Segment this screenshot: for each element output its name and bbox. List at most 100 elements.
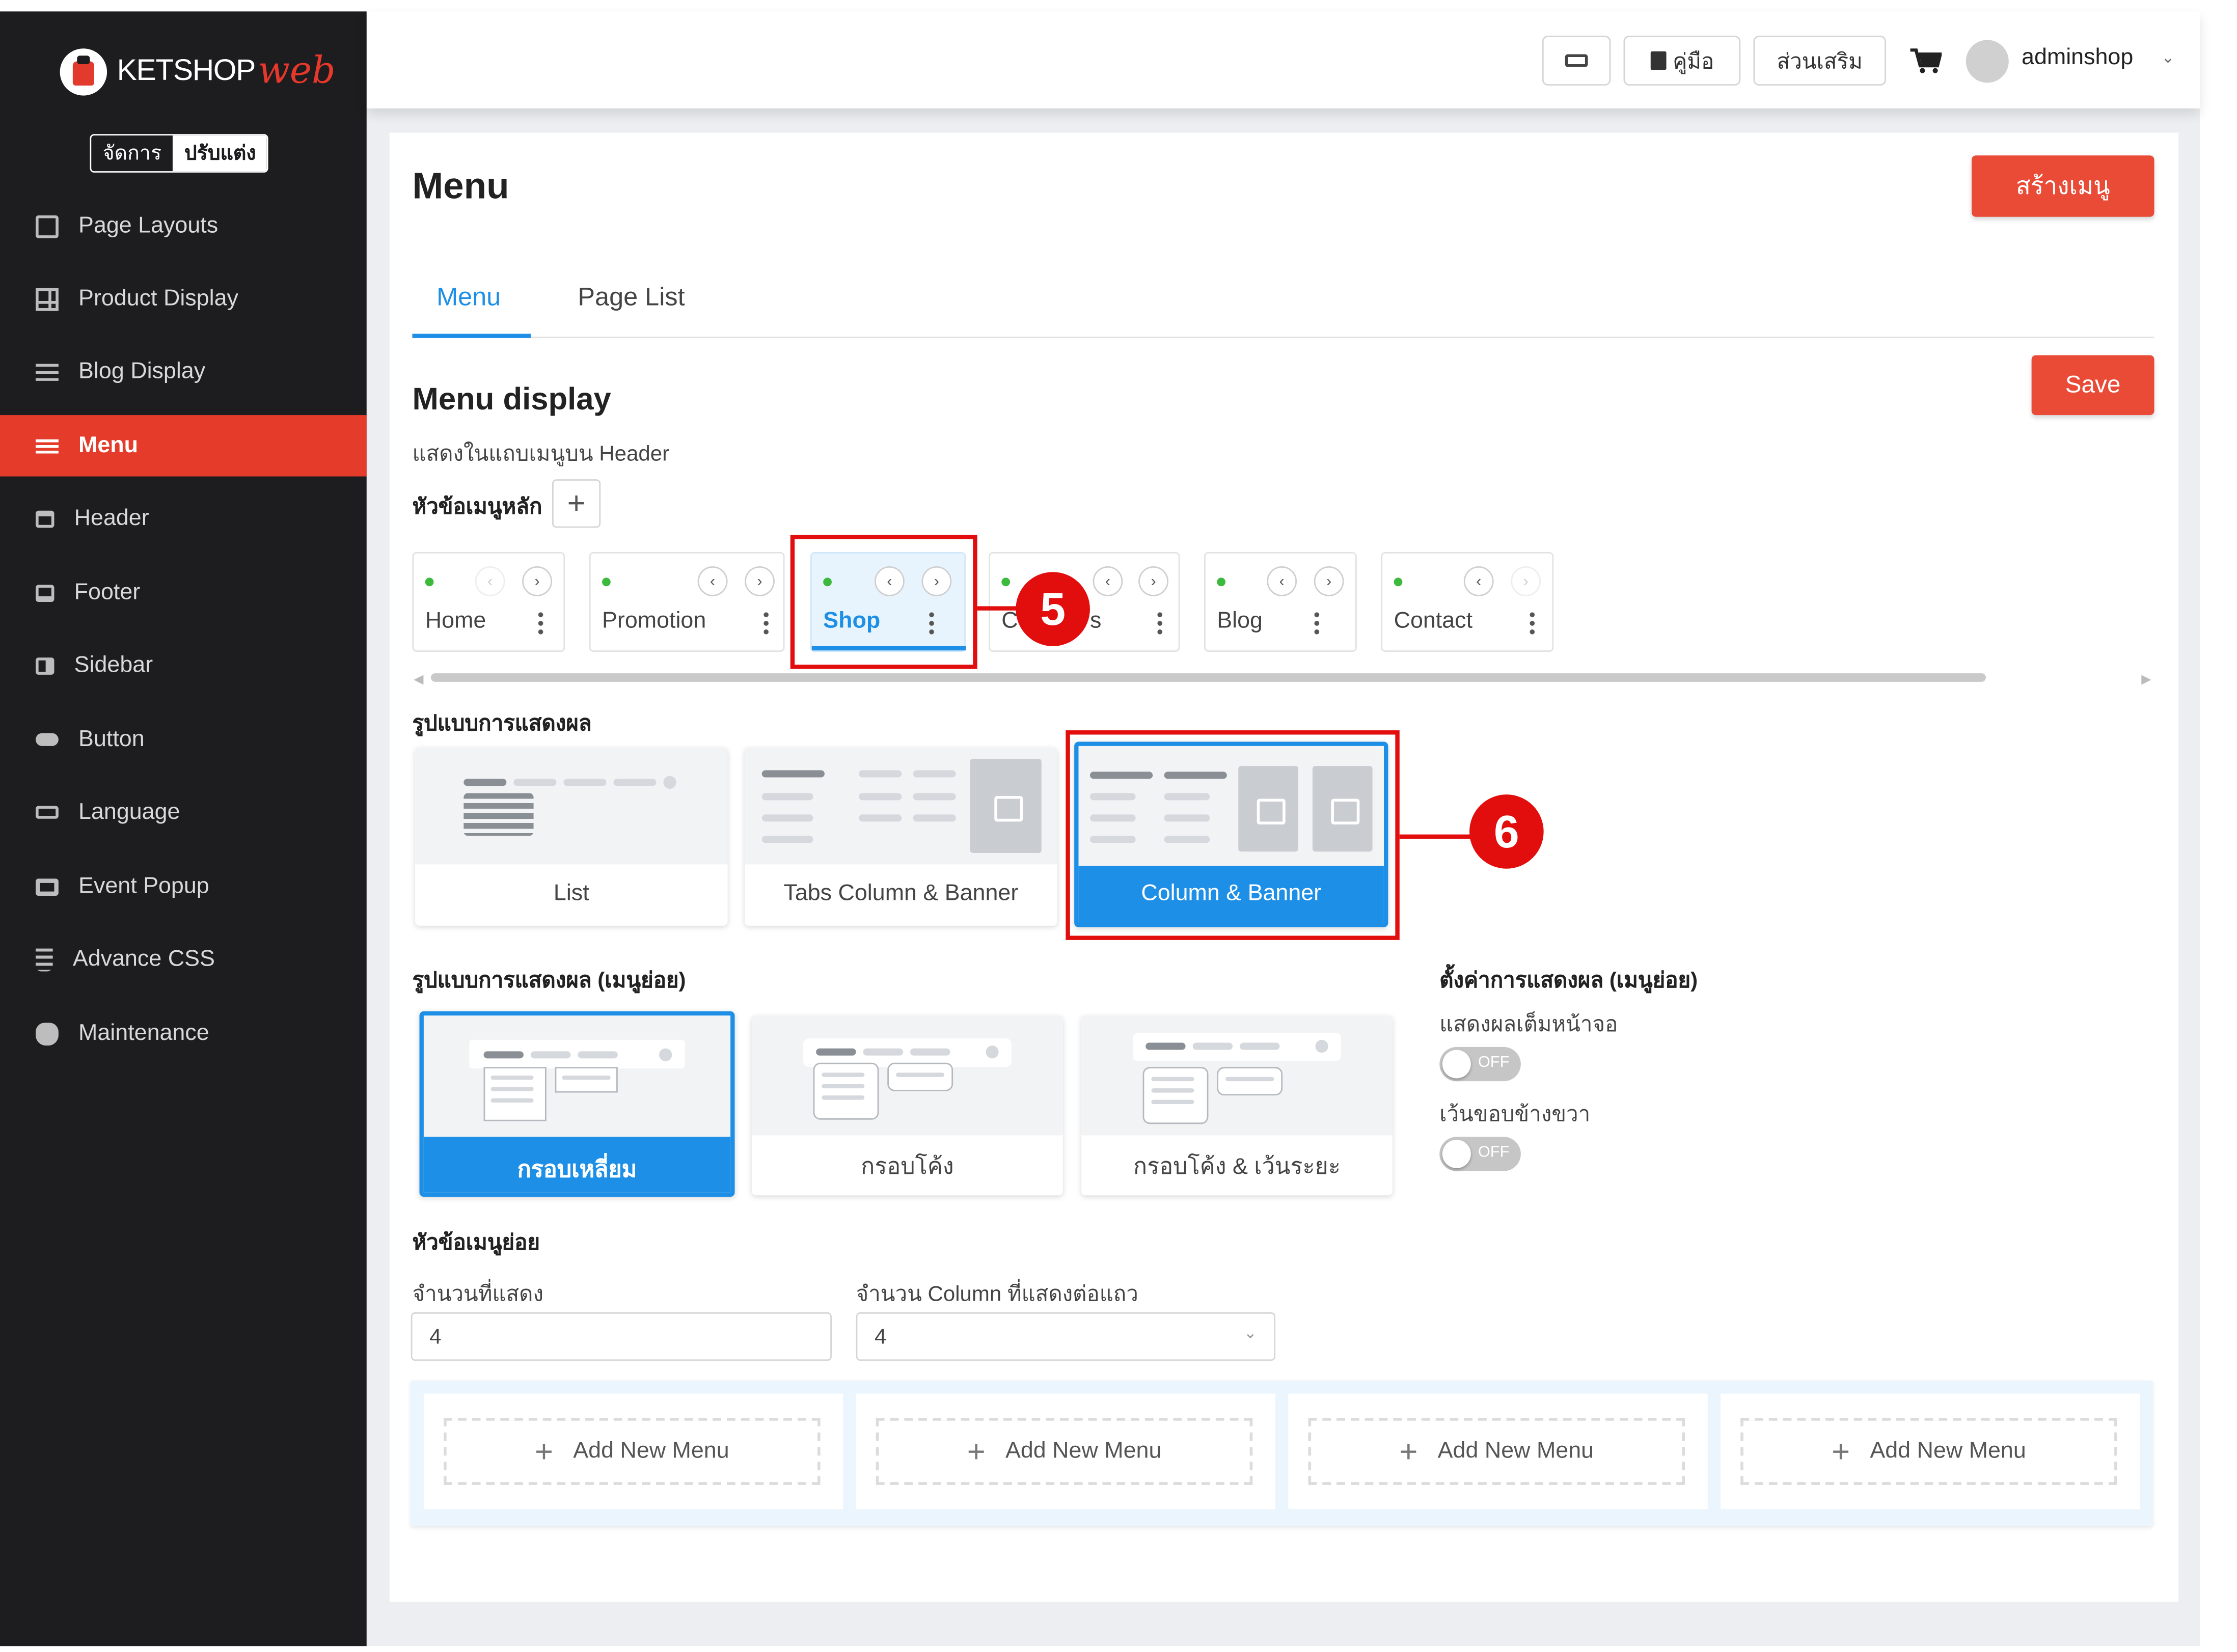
logo-script: web bbox=[258, 50, 336, 93]
horizontal-scrollbar[interactable] bbox=[430, 673, 1986, 682]
layout-label: กรอบเหลี่ยม bbox=[517, 1158, 637, 1183]
layout-label: กรอบโค้ง & เว้นระยะ bbox=[1133, 1155, 1341, 1180]
page-layouts-icon bbox=[36, 214, 59, 238]
mode-toggle[interactable]: จัดการ ปรับแต่ง bbox=[90, 134, 269, 173]
chevron-left-icon[interactable]: ‹ bbox=[475, 566, 505, 596]
sidebar-item-label: Event Popup bbox=[78, 873, 209, 898]
sidebar-item-event-popup[interactable]: Event Popup bbox=[0, 856, 367, 917]
right-margin-toggle[interactable]: OFF bbox=[1439, 1137, 1521, 1171]
layout-label: List bbox=[553, 882, 589, 906]
sidebar-item-header[interactable]: Header bbox=[0, 488, 367, 549]
language-switch-button[interactable] bbox=[1542, 36, 1611, 86]
chevron-left-icon[interactable]: ‹ bbox=[1463, 566, 1494, 596]
toggle-state: OFF bbox=[1478, 1054, 1510, 1071]
menu-item-promotion[interactable]: ‹ › Promotion bbox=[589, 552, 785, 652]
addons-button[interactable]: ส่วนเสริม bbox=[1753, 36, 1886, 86]
count-input[interactable]: 4 bbox=[411, 1312, 832, 1361]
add-new-menu-button[interactable]: + Add New Menu bbox=[876, 1418, 1253, 1485]
avatar[interactable] bbox=[1966, 40, 2009, 83]
add-new-menu-button[interactable]: + Add New Menu bbox=[1740, 1418, 2117, 1485]
product-display-icon bbox=[36, 287, 59, 311]
sidebar: KETSHOP web จัดการ ปรับแต่ง Page Layouts… bbox=[0, 11, 367, 1646]
maintenance-icon bbox=[36, 1022, 59, 1045]
sidebar-item-blog-display[interactable]: Blog Display bbox=[0, 341, 367, 402]
sidebar-item-language[interactable]: Language bbox=[0, 782, 367, 843]
kebab-menu-icon[interactable] bbox=[1157, 610, 1163, 637]
ketshop-logo[interactable]: KETSHOP web bbox=[60, 46, 336, 97]
full-screen-toggle[interactable]: OFF bbox=[1439, 1047, 1521, 1082]
add-new-menu-label: Add New Menu bbox=[1870, 1438, 2026, 1463]
submenu-style-label: รูปแบบการแสดงผล (เมนูย่อย) bbox=[412, 968, 686, 993]
plus-icon: + bbox=[1399, 1433, 1418, 1469]
add-new-menu-button[interactable]: + Add New Menu bbox=[1308, 1418, 1685, 1485]
chevron-left-icon[interactable]: ‹ bbox=[1093, 566, 1123, 596]
chevron-right-icon[interactable]: › bbox=[745, 566, 775, 596]
tab-menu[interactable]: Menu bbox=[437, 283, 501, 313]
chevron-left-icon[interactable]: ‹ bbox=[1267, 566, 1297, 596]
tab-active-indicator bbox=[412, 334, 531, 338]
toggle-knob bbox=[1442, 1050, 1471, 1079]
sidebar-item-product-display[interactable]: Product Display bbox=[0, 268, 367, 329]
logo-text: KETSHOP bbox=[117, 54, 256, 87]
chevron-right-icon[interactable]: › bbox=[1511, 566, 1541, 596]
kebab-menu-icon[interactable] bbox=[763, 610, 769, 637]
full-screen-label: แสดงผลเต็มหน้าจอ bbox=[1439, 1012, 1618, 1037]
chevron-right-icon[interactable]: › bbox=[1138, 566, 1169, 596]
status-dot bbox=[425, 577, 434, 587]
cart-icon[interactable] bbox=[1910, 48, 1942, 74]
sidebar-item-label: Sidebar bbox=[74, 652, 153, 677]
create-menu-button[interactable]: สร้างเมนู bbox=[1971, 155, 2154, 217]
event-popup-icon bbox=[36, 878, 59, 895]
sidebar-item-button[interactable]: Button bbox=[0, 709, 367, 770]
sidebar-item-menu[interactable]: Menu bbox=[0, 415, 367, 477]
submenu-option-square[interactable]: กรอบเหลี่ยม bbox=[419, 1011, 735, 1197]
sidebar-item-sidebar[interactable]: Sidebar bbox=[0, 635, 367, 696]
button-icon bbox=[36, 733, 59, 746]
sidebar-item-label: Maintenance bbox=[78, 1021, 209, 1045]
annotation-connector-step6 bbox=[1399, 834, 1471, 839]
chevron-right-icon[interactable]: › bbox=[1314, 566, 1344, 596]
sidebar-item-label: Footer bbox=[74, 580, 141, 604]
scroll-right-icon[interactable]: ▶ bbox=[2141, 672, 2151, 687]
list-icon bbox=[463, 793, 534, 836]
chevron-down-icon[interactable]: ⌄ bbox=[2162, 48, 2175, 67]
sidebar-item-advance-css[interactable]: Advance CSS bbox=[0, 928, 367, 989]
tab-page-list[interactable]: Page List bbox=[578, 283, 685, 313]
manual-button[interactable]: คู่มือ bbox=[1623, 36, 1741, 86]
sidebar-item-footer[interactable]: Footer bbox=[0, 562, 367, 623]
menu-item-home[interactable]: ‹ › Home bbox=[412, 552, 565, 652]
submenu-column-2: + Add New Menu bbox=[856, 1393, 1276, 1509]
scroll-left-icon[interactable]: ◀ bbox=[414, 672, 423, 687]
annotation-connector-step5 bbox=[977, 606, 1018, 611]
layout-preview bbox=[423, 1015, 731, 1137]
menu-item-contact[interactable]: ‹ › Contact bbox=[1381, 552, 1554, 652]
kebab-menu-icon[interactable] bbox=[1529, 610, 1535, 637]
sidebar-item-maintenance[interactable]: Maintenance bbox=[0, 1003, 367, 1064]
add-new-menu-button[interactable]: + Add New Menu bbox=[444, 1418, 821, 1485]
sidebar-item-page-layouts[interactable]: Page Layouts bbox=[0, 196, 367, 257]
username[interactable]: adminshop bbox=[2022, 46, 2133, 71]
chevron-right-icon[interactable]: › bbox=[522, 566, 552, 596]
add-new-menu-label: Add New Menu bbox=[1005, 1438, 1162, 1463]
columns-select[interactable]: 4 ⌄ bbox=[856, 1312, 1276, 1361]
add-main-item-button[interactable]: + bbox=[552, 479, 601, 528]
menu-item-label: Contact bbox=[1394, 609, 1473, 634]
submenu-option-rounded-spaced[interactable]: กรอบโค้ง & เว้นระยะ bbox=[1081, 1015, 1393, 1196]
layout-option-list[interactable]: List bbox=[415, 747, 728, 926]
chevron-left-icon[interactable]: ‹ bbox=[697, 566, 728, 596]
mode-manage-button[interactable]: จัดการ bbox=[91, 135, 173, 172]
kebab-menu-icon[interactable] bbox=[1314, 610, 1320, 637]
image-icon bbox=[970, 759, 1042, 853]
plus-icon: + bbox=[1832, 1433, 1850, 1469]
save-button[interactable]: Save bbox=[2031, 355, 2154, 416]
menu-item-blog[interactable]: ‹ › Blog bbox=[1204, 552, 1357, 652]
kebab-menu-icon[interactable] bbox=[537, 610, 544, 637]
submenu-option-rounded[interactable]: กรอบโค้ง bbox=[752, 1015, 1063, 1196]
menu-item-label: Promotion bbox=[602, 609, 706, 634]
chevron-down-icon: ⌄ bbox=[1243, 1325, 1257, 1342]
mode-customize-button[interactable]: ปรับแต่ง bbox=[173, 135, 267, 172]
status-dot bbox=[1394, 577, 1403, 587]
submenu-column-4: + Add New Menu bbox=[1721, 1393, 2140, 1509]
menu-item-label: Home bbox=[425, 609, 486, 634]
layout-option-tabs-column-banner[interactable]: Tabs Column & Banner bbox=[745, 747, 1057, 926]
